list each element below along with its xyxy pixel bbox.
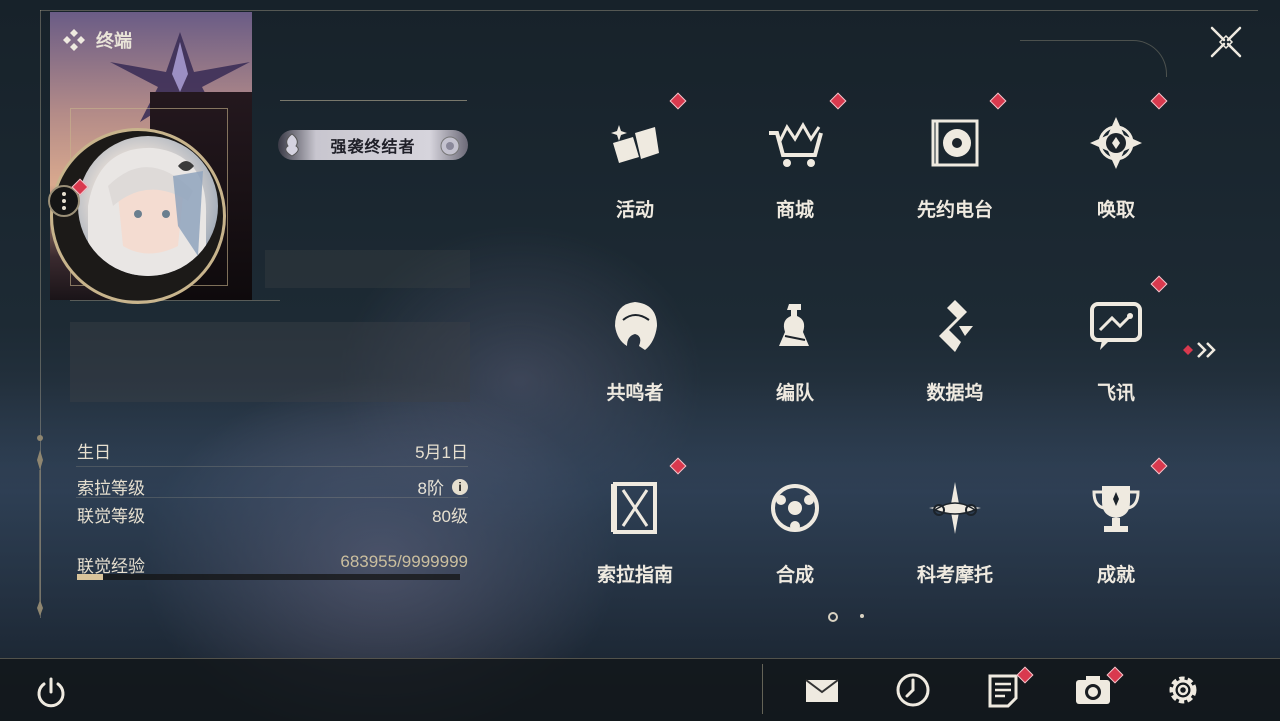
stat-sola-level-group: 8阶 i — [418, 474, 468, 499]
chess-team-icon — [779, 304, 809, 346]
synthesis-icon — [771, 484, 819, 532]
message-chat-icon — [1090, 302, 1142, 350]
stat-value-synesthesia-level: 80级 — [432, 507, 468, 526]
page-dot-2[interactable] — [860, 614, 864, 618]
xp-progress-track — [77, 574, 460, 580]
info-icon[interactable]: i — [452, 478, 468, 495]
menu-item-label: 合成 — [775, 565, 814, 586]
menu-item[interactable]: 编队 — [730, 278, 860, 428]
menu-item-badge — [669, 457, 687, 475]
frame-corner-curve — [1020, 40, 1167, 77]
terminal-diamond-icon — [63, 29, 85, 51]
menu-item[interactable]: 成就 — [1051, 457, 1181, 610]
menu-item[interactable]: 飞讯 — [1051, 275, 1181, 428]
menu-item-label: 商城 — [775, 200, 814, 221]
resonator-head-icon — [615, 302, 657, 350]
menu-item-badge — [829, 92, 847, 110]
menu-item-badge — [989, 92, 1007, 110]
avatar-portrait-image — [88, 147, 207, 276]
profile-divider — [280, 100, 467, 101]
title-ornament-icon — [440, 136, 460, 156]
activity-icon — [611, 125, 659, 163]
shop-cart-icon — [769, 121, 823, 167]
guide-book-icon — [611, 482, 657, 534]
summon-compass-icon — [1090, 117, 1142, 169]
trophy-icon — [1092, 486, 1140, 532]
menu-item-label: 唤取 — [1096, 200, 1135, 221]
blurred-region — [265, 250, 470, 288]
bottom-bar-separator — [762, 664, 763, 714]
settings-gear-icon[interactable] — [1163, 670, 1203, 710]
blurred-region — [70, 322, 470, 402]
divider — [76, 497, 468, 498]
menu-item[interactable]: 科考摩托 — [890, 460, 1020, 610]
avatar[interactable] — [78, 136, 218, 276]
menu-item-label: 飞讯 — [1096, 383, 1135, 404]
menu-item[interactable]: 活动 — [570, 92, 700, 245]
portrait-divider — [70, 300, 280, 301]
menu-item[interactable]: 数据坞 — [890, 278, 1020, 428]
menu-item[interactable]: 索拉指南 — [570, 457, 700, 610]
xp-progress-fill — [77, 574, 103, 580]
title-badge[interactable]: 强袭终结者 — [278, 130, 468, 160]
menu-item-label: 先约电台 — [916, 200, 993, 221]
menu-item-badge — [669, 92, 687, 110]
title-badge-label: 强袭终结者 — [330, 139, 416, 156]
page-dot-1[interactable] — [828, 612, 838, 622]
frame-line-top — [40, 10, 1258, 11]
power-icon[interactable] — [33, 675, 69, 711]
menu-item-label: 数据坞 — [926, 383, 984, 404]
dragon-emblem-icon — [285, 133, 299, 157]
menu-item[interactable]: 唤取 — [1051, 92, 1181, 245]
menu-item-label: 共鸣者 — [606, 383, 664, 404]
menu-item-label: 科考摩托 — [916, 565, 993, 586]
page-title: 终端 — [96, 31, 132, 51]
stat-label-sola-level: 索拉等级 — [77, 479, 145, 498]
menu-item-label: 索拉指南 — [596, 565, 673, 586]
stat-value-birthday: 5月1日 — [415, 443, 468, 462]
menu-item-label: 活动 — [615, 200, 654, 221]
close-icon[interactable] — [1208, 24, 1244, 60]
menu-item-badge — [1150, 457, 1168, 475]
menu-item-badge — [1150, 92, 1168, 110]
stat-label-synesthesia-level: 联觉等级 — [77, 507, 145, 526]
motorcycle-icon — [929, 482, 981, 534]
stat-value-sola-level: 8阶 — [417, 479, 444, 498]
menu-item[interactable]: 合成 — [730, 460, 860, 610]
menu-item[interactable]: 先约电台 — [890, 92, 1020, 245]
menu-item[interactable]: 共鸣者 — [570, 278, 700, 428]
menu-item-label: 编队 — [775, 383, 814, 404]
stat-label-birthday: 生日 — [77, 443, 111, 462]
frame-ticks — [37, 435, 43, 616]
radio-icon — [931, 119, 979, 167]
xp-value: 683955/9999999 — [340, 552, 468, 571]
menu-item[interactable]: 商城 — [730, 92, 860, 245]
data-dock-icon — [939, 300, 973, 352]
header-title-group: 终端 — [62, 27, 132, 53]
divider — [76, 466, 468, 467]
clock-icon[interactable] — [893, 670, 933, 710]
next-page-arrow-icon[interactable] — [1182, 340, 1222, 360]
menu-item-badge — [1150, 275, 1168, 293]
menu-item-label: 成就 — [1096, 565, 1135, 586]
mail-icon[interactable] — [802, 670, 842, 710]
